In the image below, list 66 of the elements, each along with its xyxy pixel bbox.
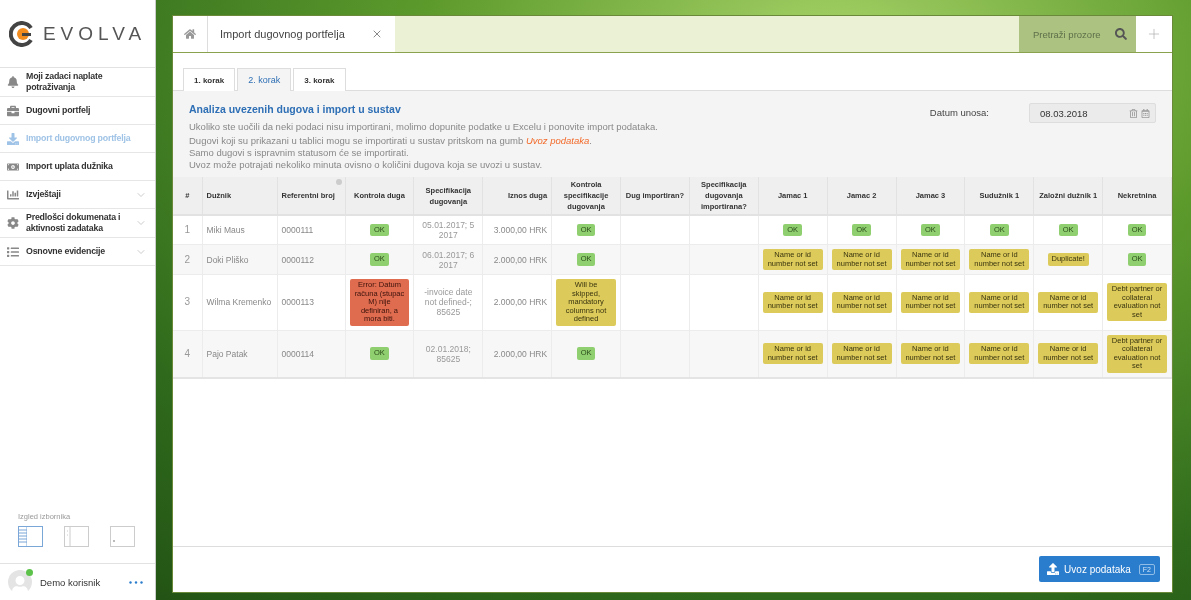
trash-icon[interactable]	[1129, 108, 1138, 118]
amount-text: 2.000,00 HRK	[493, 297, 548, 308]
info-text: Uvoz može potrajati nekoliko minuta ovisno o količini dugova koja se uvozi u sustav.	[189, 159, 544, 171]
step-tab[interactable]: 1. korak	[183, 68, 236, 91]
menu-item[interactable]: Osnovne evidencije	[0, 238, 155, 266]
layout-option[interactable]	[18, 526, 43, 547]
logo-text: EVOLVA	[42, 22, 147, 45]
plus-icon	[1146, 26, 1162, 42]
layout-option[interactable]	[110, 526, 135, 547]
list-icon	[7, 245, 19, 258]
table-cell-text: Pajo Patak	[206, 348, 248, 359]
step-tab[interactable]: 3. korak	[293, 68, 346, 91]
logo-icon	[8, 20, 35, 47]
row-number: 1	[184, 224, 191, 235]
calendar-icon[interactable]	[1141, 108, 1150, 118]
row-number: 3	[184, 296, 191, 308]
date-picker[interactable]: 08.03.2018	[1029, 103, 1156, 123]
more-icon[interactable]	[129, 580, 143, 584]
menu-layout-icon	[65, 527, 71, 546]
close-icon[interactable]	[371, 28, 383, 40]
info-text: Samo dugovi s ispravnim statusom će se importirati.	[189, 147, 410, 159]
info-text: Ukoliko ste uočili da neki podaci nisu importirani, molimo dopunite podatke u Excelu i ponovite import podataka.	[189, 121, 659, 133]
user-silhouette-icon	[11, 576, 29, 594]
menu-item[interactable]: Predlošci dokumenata i aktivnosti zadataka	[0, 209, 155, 238]
date-label: Datum unosa:	[929, 107, 989, 118]
specification-text: -invoice date not defined-; 85625	[424, 287, 473, 318]
table-cell-text: Wilma Kremenko	[206, 297, 272, 308]
table-cell-text: 0000111	[281, 225, 314, 235]
info-text: Dugovi koji su prikazani u tablici mogu se importirati u sustav pritskom na gumb Uvoz podataka.	[189, 135, 593, 147]
briefcase-icon	[7, 104, 19, 117]
specification-text: 06.01.2017; 6 2017	[422, 249, 475, 270]
banknote-icon	[7, 160, 19, 173]
user-name: Demo korisnik	[40, 576, 102, 588]
column-menu-icon[interactable]	[335, 179, 342, 185]
search-field[interactable]: Pretraži prozore	[1031, 27, 1109, 41]
download-icon	[7, 132, 19, 145]
section-title: Analiza uvezenih dugova i import u sustav	[189, 103, 402, 115]
table-cell-text: Miki Maus	[206, 225, 245, 235]
gear-icon	[7, 217, 19, 229]
table-cell-text: 0000113	[281, 297, 314, 308]
menu-layout-icon	[19, 527, 27, 546]
bell-icon	[7, 76, 19, 88]
table-cell-text: 0000112	[281, 254, 314, 265]
amount-text: 3.000,00 HRK	[493, 225, 548, 235]
menu-item[interactable]: Izvještaji	[0, 181, 155, 209]
date-field[interactable]: 08.03.2018	[1038, 106, 1126, 120]
amount-text: 2.000,00 HRK	[493, 348, 548, 359]
table-cell-text: Doki Pliško	[206, 254, 249, 265]
upload-icon	[1047, 563, 1060, 575]
menu-item[interactable]: Import uplata dužnika	[0, 153, 155, 181]
specification-text: 05.01.2017; 5 2017	[422, 220, 475, 240]
layout-option[interactable]	[64, 526, 89, 547]
bar-chart-icon	[7, 188, 19, 201]
home-icon	[184, 28, 196, 40]
home-button[interactable]	[173, 16, 208, 52]
window-tab[interactable]: Import dugovnog portfelja	[208, 16, 395, 52]
amount-text: 2.000,00 HRK	[493, 254, 548, 265]
add-button[interactable]	[1136, 16, 1172, 52]
table-cell-text: 0000114	[281, 348, 314, 359]
specification-text: 02.01.2018; 85625	[425, 343, 471, 364]
step-tab[interactable]: 2. korak	[237, 68, 292, 91]
search-icon	[1115, 28, 1127, 40]
row-number: 4	[184, 347, 191, 359]
menu-item[interactable]: Moji zadaci naplate potraživanja	[0, 68, 155, 97]
row-number: 2	[184, 253, 191, 265]
menu-item[interactable]: Dugovni portfelj	[0, 97, 155, 125]
